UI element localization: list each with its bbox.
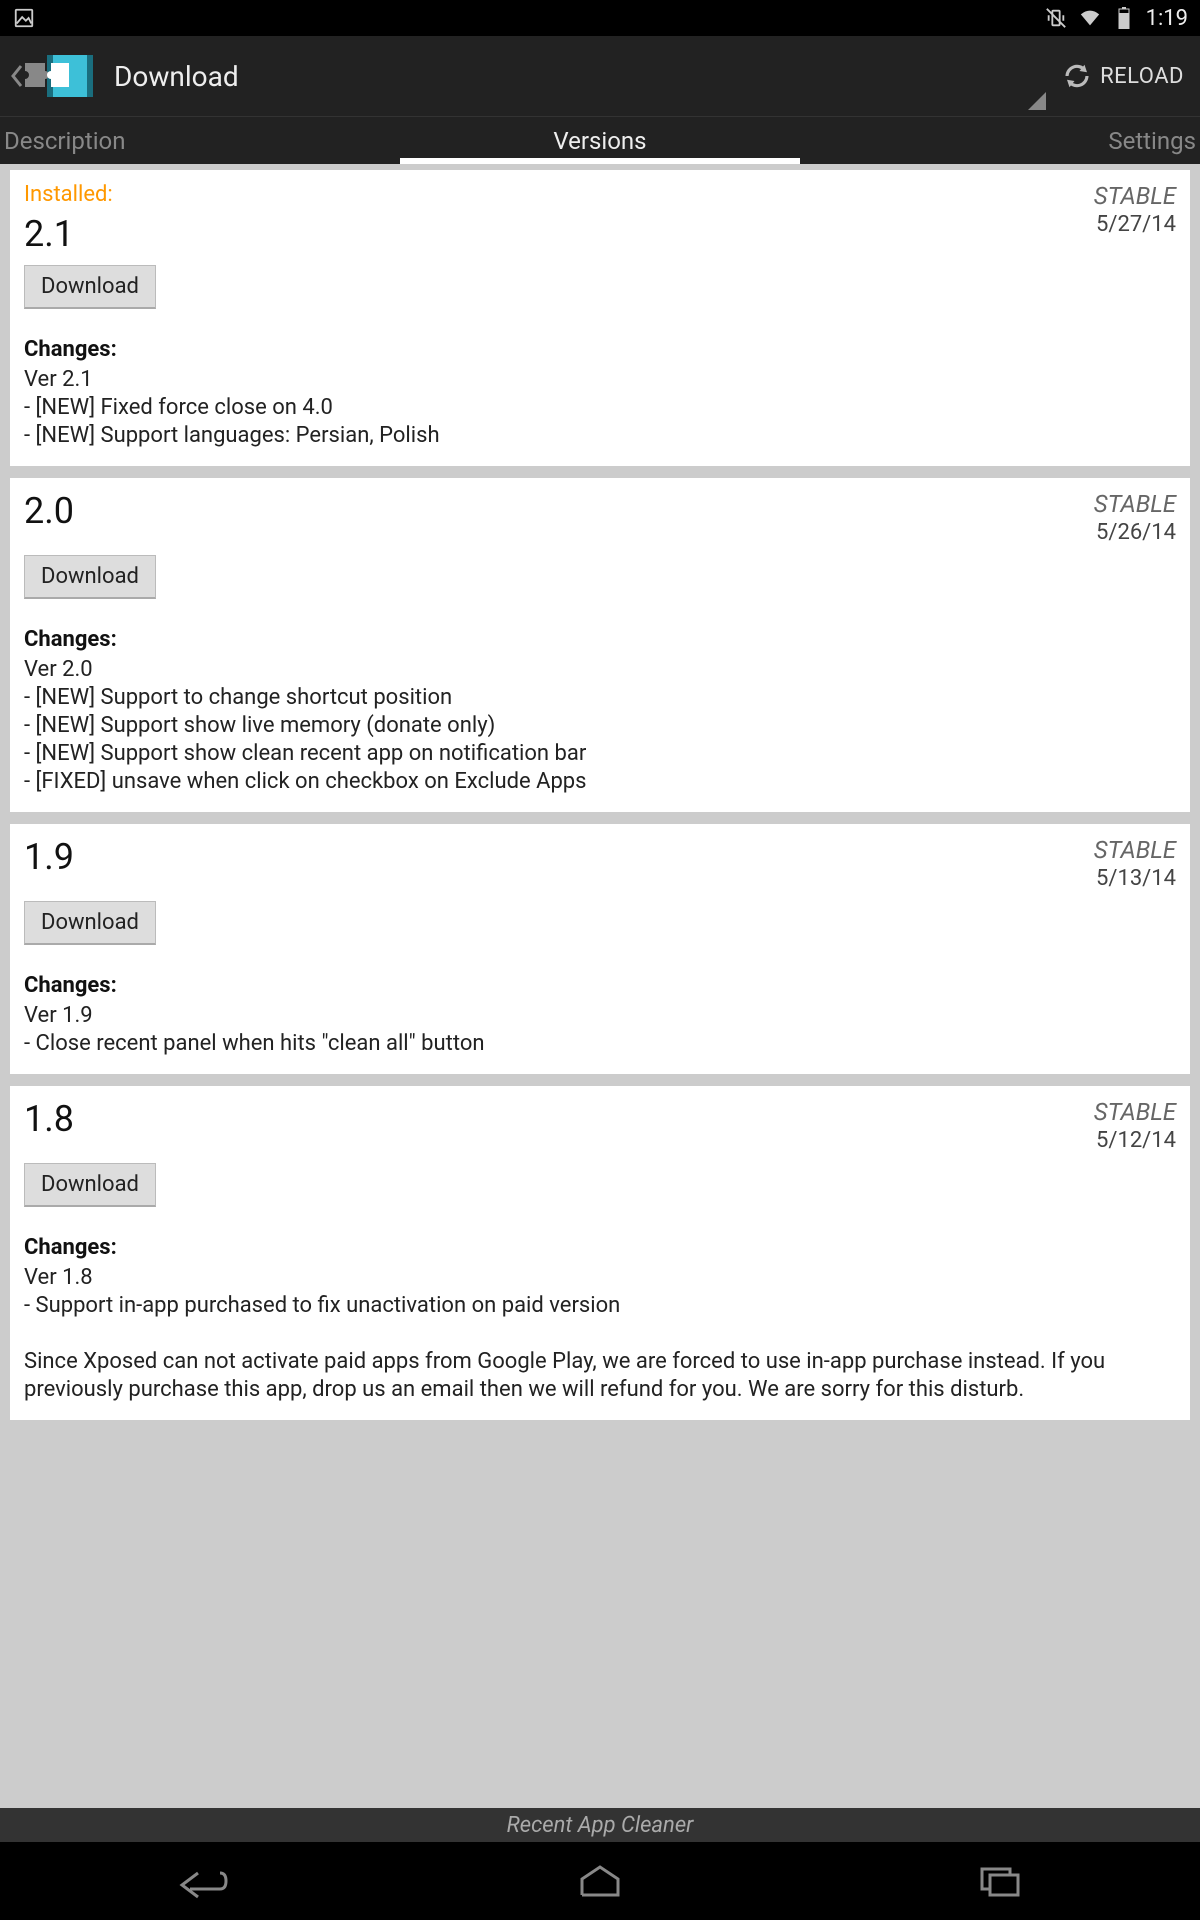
tab-versions[interactable]: Versions	[401, 117, 798, 164]
tab-bar: Description Versions Settings	[0, 116, 1200, 164]
version-date: 5/12/14	[1094, 1128, 1176, 1153]
app-up-button[interactable]	[8, 46, 100, 106]
back-icon	[172, 1863, 228, 1899]
changes-heading: Changes:	[24, 1235, 1176, 1260]
status-bar: 1:19	[0, 0, 1200, 36]
tab-description-label: Description	[4, 127, 126, 155]
version-date: 5/27/14	[1094, 212, 1176, 237]
version-date: 5/13/14	[1094, 866, 1176, 891]
clock-text: 1:19	[1146, 6, 1188, 31]
version-card: 2.0 STABLE5/26/14 Download Changes: Ver 2.0 …	[10, 478, 1190, 812]
changes-body: Ver 1.9 - Close recent panel when hits "…	[24, 1002, 1176, 1058]
version-meta: STABLE5/26/14	[1094, 490, 1176, 545]
battery-icon	[1112, 6, 1136, 30]
tab-versions-label: Versions	[553, 127, 646, 155]
version-card: 1.9 STABLE5/13/14 Download Changes: Ver 1.9 …	[10, 824, 1190, 1074]
status-right: 1:19	[1044, 6, 1188, 31]
module-name-bar: Recent App Cleaner	[0, 1808, 1200, 1842]
changes-body: Ver 1.8 - Support in-app purchased to fi…	[24, 1264, 1176, 1404]
version-number: 2.0	[24, 490, 74, 532]
version-info: 1.9	[24, 836, 74, 878]
image-icon	[12, 6, 36, 30]
version-card: Installed: 2.1 STABLE5/27/14 Download Change…	[10, 170, 1190, 466]
status-left	[12, 6, 36, 30]
version-meta: STABLE5/27/14	[1094, 182, 1176, 237]
stability-label: STABLE	[1094, 490, 1176, 518]
module-name: Recent App Cleaner	[507, 1813, 694, 1838]
installed-label: Installed:	[24, 182, 113, 207]
page-title: Download	[114, 60, 239, 93]
title-spinner[interactable]: Download	[100, 36, 1054, 116]
spinner-indicator-icon	[1028, 92, 1046, 110]
download-button[interactable]: Download	[24, 1163, 156, 1207]
version-number: 2.1	[24, 213, 113, 255]
tab-settings[interactable]: Settings	[799, 117, 1200, 164]
version-card-header: 1.8 STABLE5/12/14	[24, 1098, 1176, 1153]
action-bar: Download RELOAD	[0, 36, 1200, 116]
version-date: 5/26/14	[1094, 520, 1176, 545]
version-number: 1.8	[24, 1098, 74, 1140]
changes-heading: Changes:	[24, 337, 1176, 362]
nav-bar	[0, 1842, 1200, 1920]
nav-back-button[interactable]	[140, 1856, 260, 1906]
version-meta: STABLE5/12/14	[1094, 1098, 1176, 1153]
stability-label: STABLE	[1094, 182, 1176, 210]
download-button[interactable]: Download	[24, 265, 156, 309]
version-info: 2.0	[24, 490, 74, 532]
reload-icon	[1062, 61, 1092, 91]
version-card: 1.8 STABLE5/12/14 Download Changes: Ver 1.8 …	[10, 1086, 1190, 1420]
version-card-header: 2.0 STABLE5/26/14	[24, 490, 1176, 545]
changes-body: Ver 2.0 - [NEW] Support to change shortc…	[24, 656, 1176, 796]
stability-label: STABLE	[1094, 836, 1176, 864]
stability-label: STABLE	[1094, 1098, 1176, 1126]
version-card-header: 1.9 STABLE5/13/14	[24, 836, 1176, 891]
vibrate-icon	[1044, 6, 1068, 30]
wifi-icon	[1078, 6, 1102, 30]
changes-heading: Changes:	[24, 627, 1176, 652]
recents-icon	[976, 1863, 1024, 1899]
home-icon	[576, 1863, 624, 1899]
changes-heading: Changes:	[24, 973, 1176, 998]
changes-body: Ver 2.1 - [NEW] Fixed force close on 4.0…	[24, 366, 1176, 450]
download-button[interactable]: Download	[24, 901, 156, 945]
reload-label: RELOAD	[1100, 64, 1184, 89]
tab-settings-label: Settings	[1108, 127, 1196, 155]
version-number: 1.9	[24, 836, 74, 878]
tab-description[interactable]: Description	[0, 117, 401, 164]
download-button[interactable]: Download	[24, 555, 156, 599]
version-info: Installed: 2.1	[24, 182, 113, 255]
nav-home-button[interactable]	[540, 1856, 660, 1906]
version-meta: STABLE5/13/14	[1094, 836, 1176, 891]
version-info: 1.8	[24, 1098, 74, 1140]
version-card-header: Installed: 2.1 STABLE5/27/14	[24, 182, 1176, 255]
nav-recents-button[interactable]	[940, 1856, 1060, 1906]
versions-list[interactable]: Installed:2.1STABLE5/27/14DownloadChange…	[0, 164, 1200, 1808]
reload-button[interactable]: RELOAD	[1054, 36, 1192, 116]
